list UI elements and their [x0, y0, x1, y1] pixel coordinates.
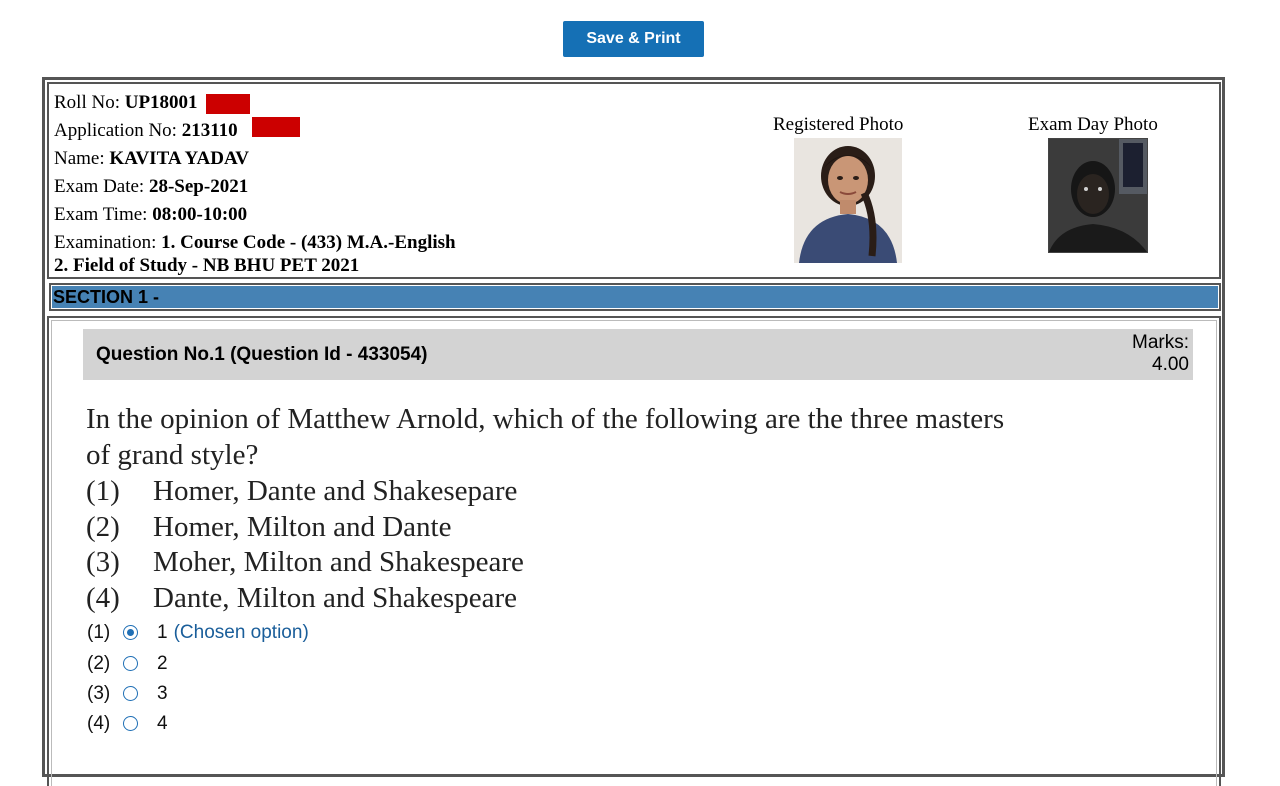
name-row: Name: KAVITA YADAV [54, 148, 249, 170]
registered-photo-image [794, 138, 902, 263]
response-sheet: Roll No: UP18001 Application No: 2131109… [42, 77, 1225, 786]
registered-photo-label: Registered Photo [773, 114, 904, 135]
question-marks: Marks: 4.00 [1132, 332, 1189, 376]
field-of-study-row: 2. Field of Study - NB BHU PET 2021 [54, 255, 359, 277]
exam-date-label: Exam Date: [54, 176, 149, 197]
roll-no-row: Roll No: UP18001 [54, 92, 198, 114]
question-option-2: (2) Homer, Milton and Dante [86, 511, 452, 543]
examination-label: Examination: [54, 232, 162, 253]
application-no-label: Application No: [54, 120, 182, 141]
save-print-button[interactable]: Save & Print [563, 21, 704, 57]
response-radio-2[interactable] [123, 656, 138, 671]
redaction-mark [206, 94, 250, 114]
question-option-3: (3) Moher, Milton and Shakespeare [86, 546, 524, 578]
roll-no-label: Roll No: [54, 92, 125, 113]
exam-time-row: Exam Time: 08:00-10:00 [54, 204, 247, 226]
question-header: Question No.1 (Question Id - 433054) Mar… [83, 329, 1193, 380]
examination-row: Examination: 1. Course Code - (433) M.A.… [54, 232, 456, 254]
question-text-line-2: of grand style? [86, 439, 259, 471]
section-title: SECTION 1 - [53, 287, 160, 307]
exam-day-photo-image [1049, 139, 1147, 252]
question-title: Question No.1 (Question Id - 433054) [96, 344, 428, 365]
question-panel: Question No.1 (Question Id - 433054) Mar… [47, 316, 1221, 786]
application-no-value: 213110 [181, 120, 238, 141]
response-radio-1[interactable] [123, 625, 138, 640]
registered-photo [794, 138, 902, 263]
exam-day-photo [1048, 138, 1148, 253]
roll-no-value: UP18001 [124, 92, 198, 113]
examination-value-course: 1. Course Code - (433) M.A.-English [161, 232, 456, 253]
question-text-line-1: In the opinion of Matthew Arnold, which … [86, 403, 1005, 435]
exam-day-photo-label: Exam Day Photo [1028, 114, 1158, 135]
redaction-mark [252, 117, 300, 137]
question-option-4: (4) Dante, Milton and Shakespeare [86, 582, 518, 614]
candidate-info-panel: Roll No: UP18001 Application No: 2131109… [47, 82, 1221, 279]
exam-date-value: 28-Sep-2021 [148, 176, 249, 197]
marks-value: 4.00 [1152, 354, 1189, 375]
name-label: Name: [54, 148, 110, 169]
chosen-option-label: (Chosen option) [173, 622, 309, 643]
question-option-1: (1) Homer, Dante and Shakesepare [86, 475, 518, 507]
exam-time-label: Exam Time: [54, 204, 153, 225]
response-radio-4[interactable] [123, 716, 138, 731]
name-value: KAVITA YADAV [109, 148, 249, 169]
marks-label: Marks: [1132, 332, 1189, 353]
examination-value-field: 2. Field of Study - NB BHU PET 2021 [54, 255, 360, 276]
exam-time-value: 08:00-10:00 [152, 204, 248, 225]
exam-date-row: Exam Date: 28-Sep-2021 [54, 176, 248, 198]
response-radio-3[interactable] [123, 686, 138, 701]
section-header: SECTION 1 - [49, 283, 1221, 311]
